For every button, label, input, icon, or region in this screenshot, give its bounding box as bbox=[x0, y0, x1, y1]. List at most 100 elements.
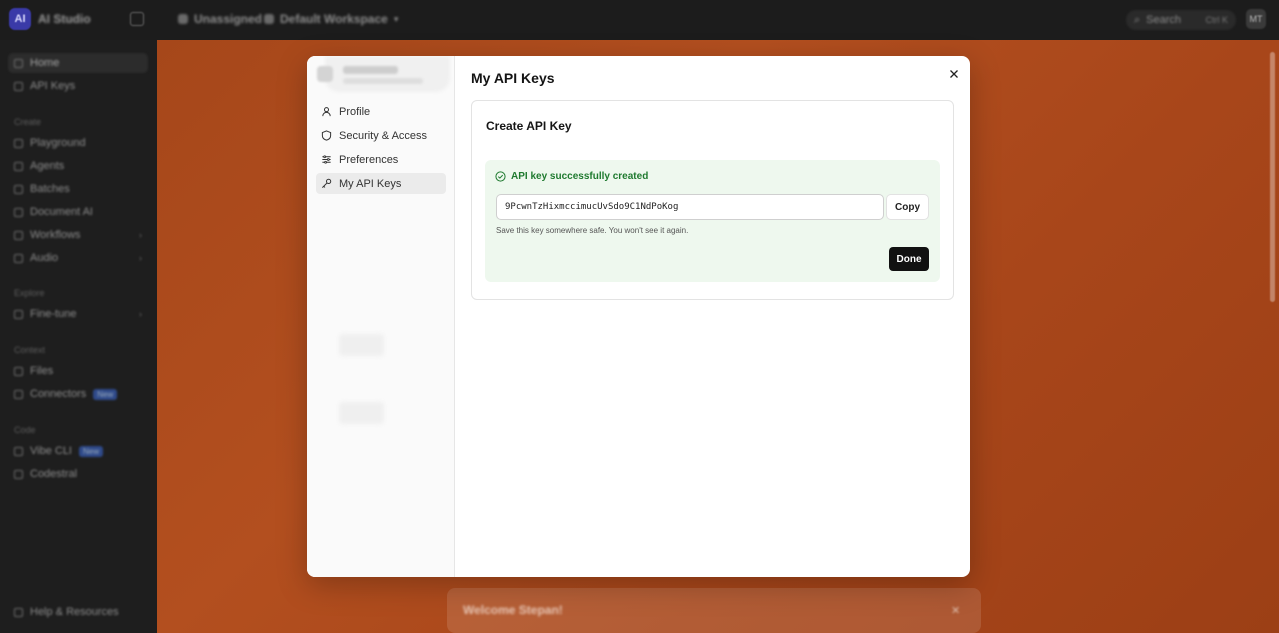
sidebar: Home API Keys Create Playground Agents B… bbox=[0, 40, 157, 633]
section-title-explore: Explore bbox=[14, 288, 45, 298]
user-email-placeholder bbox=[343, 78, 423, 84]
nav-item-profile[interactable]: Profile bbox=[316, 101, 446, 122]
chevron-right-icon: › bbox=[139, 253, 142, 263]
sidebar-item-files[interactable]: Files bbox=[8, 361, 148, 381]
nav-item-label: My API Keys bbox=[339, 177, 402, 190]
sidebar-item-label: API Keys bbox=[30, 80, 76, 92]
sidebar-item-label: Connectors bbox=[30, 388, 87, 400]
check-circle-icon bbox=[495, 171, 506, 182]
sidebar-item-help[interactable]: Help & Resources bbox=[8, 602, 148, 622]
close-icon[interactable]: ✕ bbox=[951, 604, 960, 617]
app-logo[interactable]: AI bbox=[9, 8, 31, 30]
help-icon bbox=[14, 607, 23, 617]
sidebar-item-label: Batches bbox=[30, 183, 70, 195]
shield-icon bbox=[321, 130, 332, 141]
app-name: AI Studio bbox=[38, 12, 91, 26]
nav-item-api-keys[interactable]: My API Keys bbox=[316, 173, 446, 194]
new-badge: New bbox=[93, 388, 118, 400]
success-panel: API key successfully created 9PcwnTzHixm… bbox=[485, 160, 940, 282]
chevron-right-icon: › bbox=[139, 309, 142, 319]
settings-nav: Profile Security & Access Preferences My… bbox=[307, 56, 455, 577]
sidebar-item-label: Agents bbox=[30, 160, 65, 172]
search-shortcut: Ctrl K bbox=[1205, 15, 1229, 25]
workspace-icon bbox=[264, 14, 274, 24]
organization-icon bbox=[178, 14, 188, 24]
sliders-icon bbox=[322, 155, 331, 164]
chevron-down-icon: ▾ bbox=[393, 13, 399, 24]
sidebar-item-label: Audio bbox=[30, 252, 59, 264]
blurred-placeholder bbox=[339, 402, 384, 424]
sidebar-toggle-icon[interactable] bbox=[130, 12, 144, 26]
sidebar-item-workflows[interactable]: Workflows › bbox=[8, 225, 148, 245]
breadcrumb-workspace[interactable]: Default Workspace ▾ bbox=[264, 12, 398, 26]
sidebar-item-home[interactable]: Home bbox=[8, 53, 148, 73]
workflow-icon bbox=[14, 230, 23, 240]
terminal-icon bbox=[14, 446, 23, 456]
copy-button[interactable]: Copy bbox=[886, 194, 929, 220]
breadcrumb-label: Unassigned bbox=[194, 12, 263, 26]
sidebar-item-document-ai[interactable]: Document AI bbox=[8, 202, 148, 222]
create-api-key-card: Create API Key API key successfully crea… bbox=[471, 100, 954, 300]
user-icon bbox=[322, 107, 331, 117]
nav-item-label: Preferences bbox=[339, 153, 399, 166]
sidebar-item-audio[interactable]: Audio › bbox=[8, 248, 148, 268]
search-button[interactable]: ⌕ Search Ctrl K bbox=[1126, 10, 1236, 30]
user-avatar-icon bbox=[317, 66, 333, 82]
save-key-hint: Save this key somewhere safe. You won't … bbox=[496, 226, 689, 235]
nav-item-label: Security & Access bbox=[339, 129, 428, 142]
new-badge: New bbox=[79, 445, 104, 457]
sidebar-item-label: Help & Resources bbox=[30, 606, 119, 618]
home-icon bbox=[14, 58, 23, 68]
sidebar-item-batches[interactable]: Batches bbox=[8, 179, 148, 199]
sidebar-item-label: Vibe CLI bbox=[30, 445, 72, 457]
sidebar-item-fine-tune[interactable]: Fine-tune › bbox=[8, 304, 148, 324]
sidebar-item-label: Document AI bbox=[30, 206, 93, 218]
nav-item-label: Profile bbox=[339, 105, 371, 118]
sidebar-item-playground[interactable]: Playground bbox=[8, 133, 148, 153]
card-title: Create API Key bbox=[486, 119, 572, 133]
sidebar-item-agents[interactable]: Agents bbox=[8, 156, 148, 176]
audio-icon bbox=[14, 253, 23, 263]
blurred-placeholder bbox=[339, 334, 384, 356]
settings-modal: Profile Security & Access Preferences My… bbox=[307, 56, 970, 577]
search-icon: ⌕ bbox=[1134, 13, 1141, 26]
scrollbar[interactable] bbox=[1270, 52, 1275, 302]
sidebar-item-label: Home bbox=[30, 57, 60, 69]
search-label: Search bbox=[1146, 14, 1182, 26]
sidebar-item-label: Fine-tune bbox=[30, 308, 77, 320]
sidebar-item-api-keys[interactable]: API Keys bbox=[8, 76, 148, 96]
sidebar-item-connectors[interactable]: Connectors New bbox=[8, 384, 148, 404]
section-title-create: Create bbox=[14, 117, 42, 127]
document-icon bbox=[14, 207, 23, 217]
success-title: API key successfully created bbox=[511, 171, 649, 182]
section-title-code: Code bbox=[14, 425, 36, 435]
key-icon bbox=[14, 81, 23, 91]
user-name-placeholder bbox=[343, 66, 398, 74]
code-icon bbox=[14, 469, 23, 479]
playground-icon bbox=[14, 138, 23, 148]
avatar[interactable]: MT bbox=[1246, 9, 1266, 29]
sidebar-item-label: Workflows bbox=[30, 229, 81, 241]
close-icon[interactable] bbox=[947, 67, 961, 81]
sidebar-item-vibe-cli[interactable]: Vibe CLI New bbox=[8, 441, 148, 461]
sidebar-item-codestral[interactable]: Codestral bbox=[8, 464, 148, 484]
done-button[interactable]: Done bbox=[889, 247, 929, 271]
files-icon bbox=[14, 366, 23, 376]
welcome-text: Welcome Stepan! bbox=[463, 603, 563, 617]
sidebar-item-label: Playground bbox=[30, 137, 86, 149]
key-icon bbox=[322, 178, 332, 188]
nav-item-preferences[interactable]: Preferences bbox=[316, 149, 446, 170]
sidebar-item-label: Codestral bbox=[30, 468, 78, 480]
api-key-field[interactable]: 9PcwnTzHixmccimucUvSdo9C1NdPoKog bbox=[496, 194, 884, 220]
chevron-right-icon: › bbox=[139, 230, 142, 240]
sidebar-item-label: Files bbox=[30, 365, 54, 377]
fine-tune-icon bbox=[14, 309, 23, 319]
user-header bbox=[325, 56, 450, 92]
nav-item-security[interactable]: Security & Access bbox=[316, 125, 446, 146]
top-bar: AI AI Studio Unassigned Default Workspac… bbox=[0, 0, 1279, 40]
connectors-icon bbox=[14, 389, 23, 399]
section-title-context: Context bbox=[14, 345, 46, 355]
breadcrumb-organization[interactable]: Unassigned bbox=[178, 12, 262, 26]
breadcrumb-label: Default Workspace bbox=[280, 12, 388, 26]
modal-title: My API Keys bbox=[471, 70, 555, 86]
